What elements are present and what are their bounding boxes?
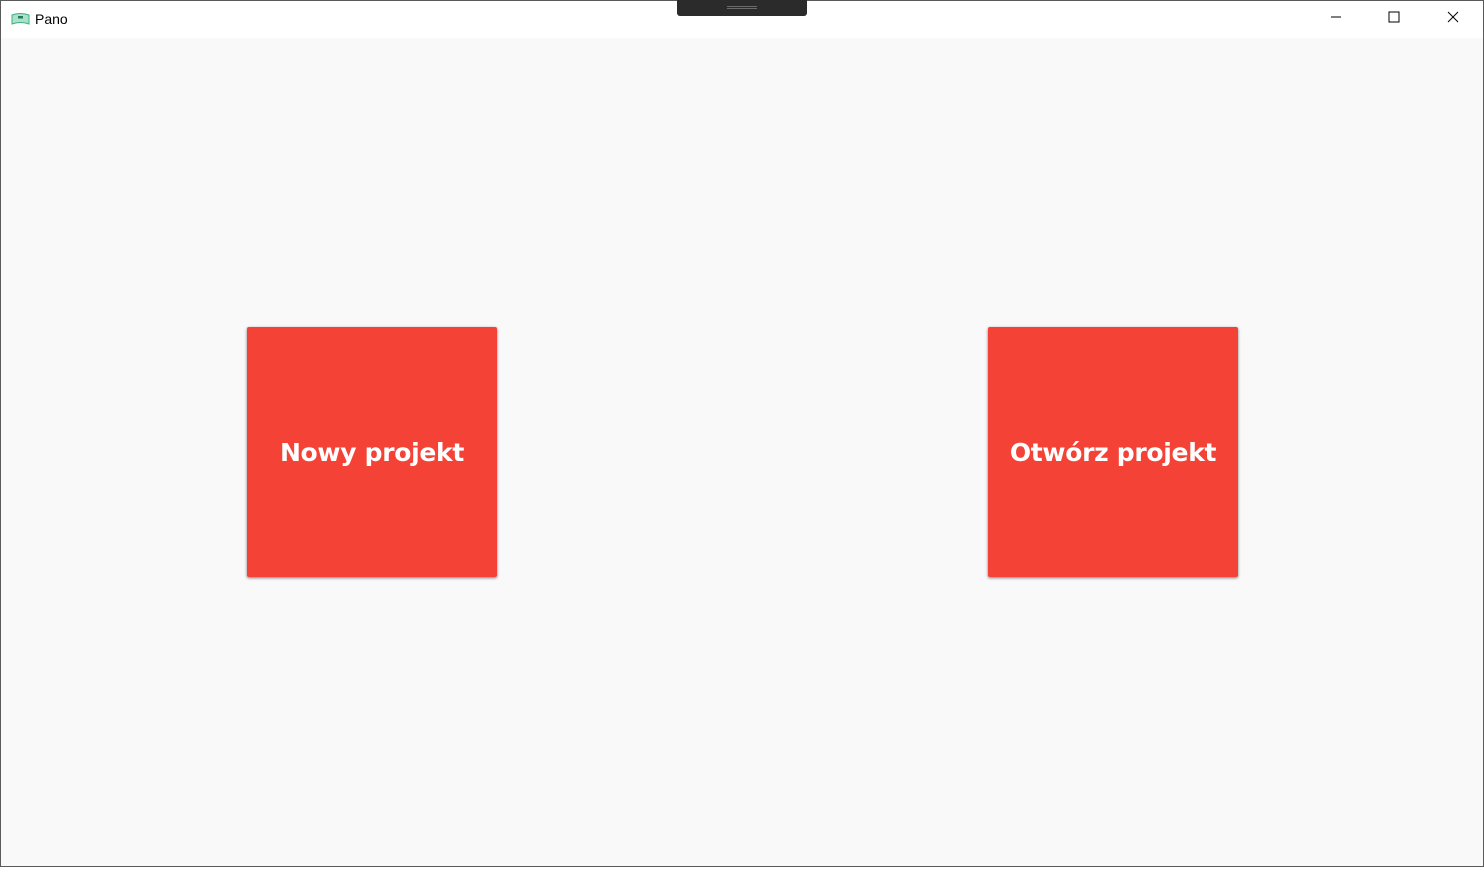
maximize-icon — [1388, 10, 1400, 28]
open-project-button[interactable]: Otwórz projekt — [988, 327, 1238, 577]
new-project-label: Nowy projekt — [279, 437, 465, 467]
open-project-label: Otwórz projekt — [1009, 437, 1217, 467]
new-project-button[interactable]: Nowy projekt — [247, 327, 497, 577]
window-title: Pano — [35, 11, 68, 27]
title-bar[interactable]: Pano — [1, 0, 1483, 38]
close-button[interactable] — [1424, 1, 1482, 37]
minimize-icon — [1330, 10, 1342, 28]
app-window: Pano Nowy projekt Otwórz projekt — [0, 0, 1484, 867]
snap-layout-handle[interactable] — [677, 0, 807, 16]
pano-360-icon — [11, 12, 30, 26]
maximize-button[interactable] — [1365, 1, 1423, 37]
minimize-button[interactable] — [1307, 1, 1365, 37]
grip-icon — [727, 6, 757, 9]
close-icon — [1447, 10, 1459, 28]
